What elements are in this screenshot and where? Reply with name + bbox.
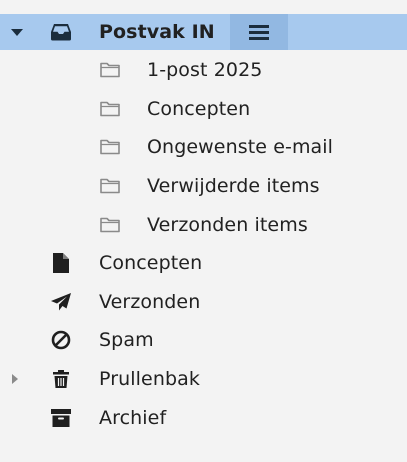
subfolder-item-verzonden-items[interactable]: Verzonden items <box>0 205 407 244</box>
subfolder-item-1-post-2025[interactable]: 1-post 2025 <box>0 51 407 90</box>
folder-outline-icon <box>98 90 122 129</box>
folder-label: 1-post 2025 <box>147 59 263 82</box>
chevron-right-icon <box>12 374 18 385</box>
paper-plane-icon <box>49 283 73 322</box>
folder-item-prullenbak[interactable]: Prullenbak <box>0 360 407 399</box>
folder-label: Archief <box>99 406 167 429</box>
folder-label: Verwijderde items <box>147 175 320 198</box>
folder-label: Prullenbak <box>99 368 200 391</box>
folder-outline-icon <box>98 167 122 206</box>
folder-label: Ongewenste e-mail <box>147 136 334 159</box>
archive-box-icon <box>49 398 73 437</box>
folder-label: Spam <box>99 329 154 352</box>
folder-label: Verzonden <box>99 290 201 313</box>
folder-item-inbox[interactable]: Postvak IN <box>0 14 407 50</box>
folder-item-concepten[interactable]: Concepten <box>0 244 407 283</box>
folder-label: Concepten <box>147 97 251 120</box>
hamburger-menu-icon <box>249 24 269 40</box>
folder-menu-button[interactable] <box>230 14 288 50</box>
expand-toggle-inbox[interactable] <box>8 14 26 50</box>
inbox-icon <box>49 14 73 50</box>
subfolder-item-concepten[interactable]: Concepten <box>0 90 407 129</box>
subfolder-item-verwijderde-items[interactable]: Verwijderde items <box>0 167 407 206</box>
folder-label: Verzonden items <box>147 213 308 236</box>
folder-item-spam[interactable]: Spam <box>0 321 407 360</box>
folder-label: Concepten <box>99 252 203 275</box>
chevron-down-icon <box>11 28 23 36</box>
expand-toggle-prullenbak[interactable] <box>8 360 26 399</box>
subfolder-item-ongewenste-e-mail[interactable]: Ongewenste e-mail <box>0 128 407 167</box>
folder-outline-icon <box>98 128 122 167</box>
trash-icon <box>49 360 73 399</box>
folder-label: Postvak IN <box>99 21 215 43</box>
folder-item-archief[interactable]: Archief <box>0 398 407 437</box>
file-icon <box>49 244 73 283</box>
folder-tree: Postvak IN 1-post 2025 Concepten Ongewen… <box>0 14 407 437</box>
ban-icon <box>49 321 73 360</box>
folder-outline-icon <box>98 205 122 244</box>
folder-item-verzonden[interactable]: Verzonden <box>0 283 407 322</box>
folder-outline-icon <box>98 51 122 90</box>
